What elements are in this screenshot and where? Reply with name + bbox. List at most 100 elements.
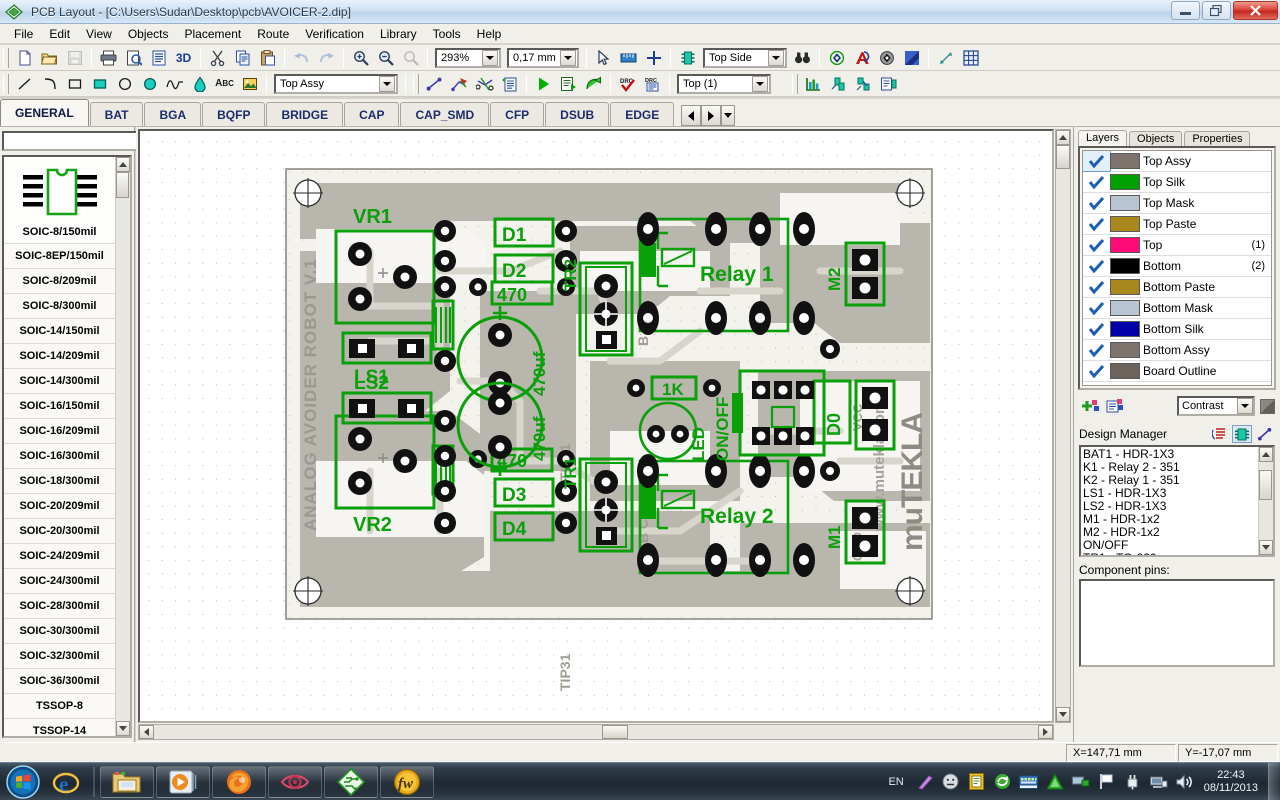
print-preview-button[interactable] xyxy=(122,47,145,69)
chevron-down-icon[interactable] xyxy=(482,49,498,66)
rectangle-tool-button[interactable] xyxy=(63,73,86,95)
network-icon[interactable] xyxy=(1149,772,1169,792)
layer-color-swatch[interactable] xyxy=(1110,237,1140,253)
layers-list[interactable]: Top Assy Top Silk Top Mask Top Paste Top… xyxy=(1082,150,1272,386)
tab-objects[interactable]: Objects xyxy=(1129,131,1183,146)
layer-row-bottom-mask[interactable]: Bottom Mask xyxy=(1083,298,1271,319)
chevron-down-icon[interactable] xyxy=(1237,398,1253,414)
scrollbar-track[interactable] xyxy=(154,725,1038,739)
layer-color-swatch[interactable] xyxy=(1110,216,1140,232)
scroll-up-icon[interactable] xyxy=(1056,130,1070,145)
volume-icon[interactable] xyxy=(1175,772,1195,792)
zoom-level-combo[interactable]: 293% xyxy=(435,47,501,68)
zoom-in-button[interactable] xyxy=(349,47,372,69)
auto-place-button[interactable] xyxy=(852,73,875,95)
pad-button[interactable] xyxy=(875,47,898,69)
menu-item-library[interactable]: Library xyxy=(372,25,425,43)
drc-report-button[interactable]: DRC xyxy=(641,73,664,95)
scroll-right-icon[interactable] xyxy=(1038,725,1053,739)
refresh-list-icon[interactable] xyxy=(1209,425,1229,443)
list-item[interactable]: TR1 - TO-220 xyxy=(1083,552,1258,556)
zoom-fit-button[interactable] xyxy=(399,47,422,69)
library-tab-bat[interactable]: BAT xyxy=(89,102,144,126)
layer-properties-icon[interactable] xyxy=(1104,396,1126,416)
scrollbar-thumb[interactable] xyxy=(116,172,129,198)
tab-layers[interactable]: Layers xyxy=(1078,130,1128,146)
print-button[interactable] xyxy=(97,47,120,69)
3d-view-button[interactable]: 3D xyxy=(172,47,195,69)
list-item[interactable]: SOIC-20/300mil xyxy=(4,519,115,544)
chevron-down-icon[interactable] xyxy=(768,49,784,66)
menu-item-file[interactable]: File xyxy=(6,25,41,43)
checkmark-icon[interactable] xyxy=(1083,235,1110,255)
library-component-list[interactable]: SOIC-8/150mil SOIC-8EP/150mil SOIC-8/209… xyxy=(2,155,132,738)
board-side-combo[interactable]: Top Side xyxy=(703,47,787,68)
layer-row-top[interactable]: Top (1) xyxy=(1083,235,1271,256)
layer-row-bottom-paste[interactable]: Bottom Paste xyxy=(1083,277,1271,298)
list-item[interactable]: SOIC-20/209mil xyxy=(4,494,115,519)
layer-color-swatch[interactable] xyxy=(1110,363,1140,379)
canvas-horizontal-scrollbar[interactable] xyxy=(138,724,1054,740)
copy-button[interactable] xyxy=(231,47,254,69)
checkmark-icon[interactable] xyxy=(1083,319,1110,339)
cut-button[interactable] xyxy=(206,47,229,69)
list-item[interactable]: SOIC-30/300mil xyxy=(4,619,115,644)
library-featured-item[interactable]: SOIC-8/150mil xyxy=(4,157,115,244)
language-indicator[interactable]: EN xyxy=(888,776,903,788)
scrollbar-track[interactable] xyxy=(1259,462,1273,540)
scrollbar-track[interactable] xyxy=(1056,145,1070,707)
export-button[interactable] xyxy=(557,73,580,95)
layer-row-top-mask[interactable]: Top Mask xyxy=(1083,193,1271,214)
list-item[interactable]: SOIC-36/300mil xyxy=(4,669,115,694)
library-scrollbar[interactable] xyxy=(115,157,130,736)
pcb-canvas[interactable]: ANALOG AVOIDER ROBOT V.1 www.mutekla.com… xyxy=(138,129,1054,723)
filled-rectangle-tool-button[interactable] xyxy=(88,73,111,95)
scrollbar-thumb[interactable] xyxy=(1056,145,1070,169)
library-tab-list-button[interactable] xyxy=(721,105,736,126)
library-tab-cap[interactable]: CAP xyxy=(344,102,400,126)
report-button[interactable] xyxy=(147,47,170,69)
scroll-left-icon[interactable] xyxy=(139,725,154,739)
toolbar-grip[interactable] xyxy=(3,47,9,68)
menu-item-edit[interactable]: Edit xyxy=(41,25,78,43)
list-item[interactable]: SOIC-16/209mil xyxy=(4,419,115,444)
chevron-down-icon[interactable] xyxy=(379,75,395,92)
nets-icon[interactable] xyxy=(1255,425,1275,443)
new-file-button[interactable] xyxy=(13,47,36,69)
layer-color-swatch[interactable] xyxy=(1110,153,1140,169)
grid-toggle-button[interactable] xyxy=(959,47,982,69)
minimize-button[interactable] xyxy=(1171,1,1200,20)
close-button[interactable] xyxy=(1233,1,1278,20)
drc-check-button[interactable]: DRC xyxy=(616,73,639,95)
checkmark-icon[interactable] xyxy=(1083,298,1110,318)
components-icon[interactable] xyxy=(1232,425,1252,443)
library-tab-general[interactable]: GENERAL xyxy=(0,99,89,126)
canvas-vertical-scrollbar[interactable] xyxy=(1055,129,1071,723)
menu-item-help[interactable]: Help xyxy=(469,25,510,43)
library-tab-prev-button[interactable] xyxy=(681,105,702,126)
layer-color-swatch[interactable] xyxy=(1110,342,1140,358)
contrast-combo[interactable]: Contrast xyxy=(1177,396,1255,416)
scrollbar-thumb[interactable] xyxy=(1259,470,1272,500)
menu-item-objects[interactable]: Objects xyxy=(120,25,177,43)
chevron-down-icon[interactable] xyxy=(560,49,576,66)
internet-explorer-icon[interactable]: e xyxy=(44,766,88,798)
green-triangle-icon[interactable] xyxy=(1045,772,1065,792)
save-file-button[interactable] xyxy=(63,47,86,69)
bom-button[interactable] xyxy=(802,73,825,95)
menu-item-verification[interactable]: Verification xyxy=(297,25,372,43)
fill-tool-button[interactable] xyxy=(188,73,211,95)
library-tab-next-button[interactable] xyxy=(701,105,722,126)
list-item[interactable]: SOIC-8/209mil xyxy=(4,269,115,294)
list-item[interactable]: SOIC-16/150mil xyxy=(4,394,115,419)
layer-row-bottom-silk[interactable]: Bottom Silk xyxy=(1083,319,1271,340)
checkmark-icon[interactable] xyxy=(1083,193,1110,213)
via-button[interactable] xyxy=(825,47,848,69)
library-tab-cfp[interactable]: CFP xyxy=(490,102,545,126)
scroll-down-icon[interactable] xyxy=(1259,540,1273,555)
checkmark-icon[interactable] xyxy=(1083,340,1110,360)
refresh-button[interactable] xyxy=(582,73,605,95)
layer-select-combo[interactable]: Top Assy xyxy=(274,73,398,94)
crosshair-tool-button[interactable] xyxy=(642,47,665,69)
toolbar-grip[interactable] xyxy=(792,73,798,94)
